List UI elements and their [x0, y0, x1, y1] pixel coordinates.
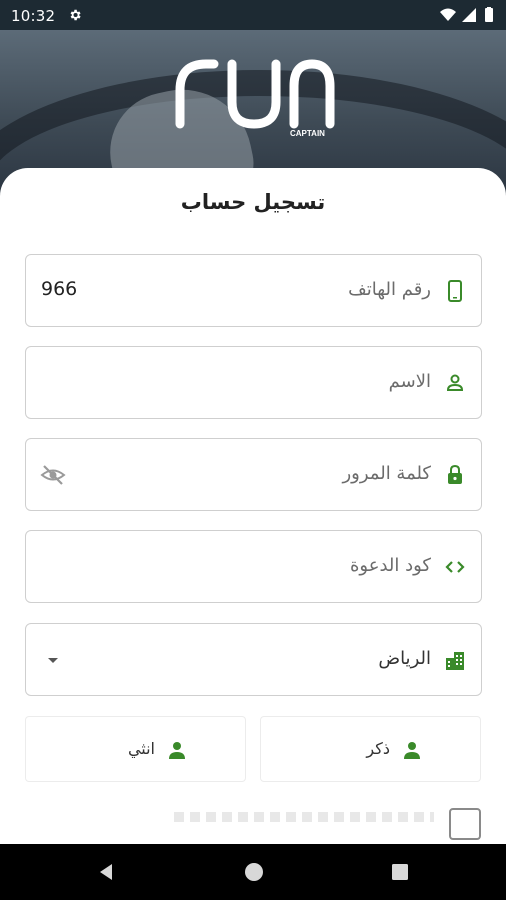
settings-gear-icon: [70, 9, 81, 21]
gender-male-label: ذكر: [366, 739, 390, 758]
female-person-icon: [169, 742, 185, 759]
phone-label: رقم الهاتف: [348, 279, 431, 300]
gender-female-option[interactable]: انثي: [25, 716, 246, 782]
name-label: الاسم: [388, 371, 431, 392]
system-status-icons: [440, 7, 493, 22]
invite-code-field[interactable]: كود الدعوة: [25, 530, 482, 603]
status-bar: 10:32: [0, 0, 506, 30]
lock-icon: [448, 464, 462, 484]
city-dropdown[interactable]: الرياض: [25, 623, 482, 696]
svg-text:CAPTAIN: CAPTAIN: [290, 129, 325, 138]
phone-icon: [448, 280, 462, 302]
phone-field[interactable]: 966 رقم الهاتف: [25, 254, 482, 327]
recents-icon[interactable]: [388, 860, 412, 884]
city-selected-value: الرياض: [378, 648, 431, 669]
name-field[interactable]: الاسم: [25, 346, 482, 419]
home-icon[interactable]: [242, 860, 266, 884]
signal-icon: [462, 8, 476, 22]
terms-text-clipped: [174, 812, 434, 822]
phone-value: 966: [41, 278, 78, 300]
person-icon: [446, 374, 464, 391]
registration-card: تسجيل حساب 966 رقم الهاتف الاسم كلمة الم…: [0, 168, 506, 844]
male-person-icon: [404, 742, 420, 759]
status-time: 10:32: [11, 7, 56, 25]
dropdown-arrow-icon: [48, 658, 58, 663]
terms-checkbox[interactable]: [449, 808, 481, 840]
page-title: تسجيل حساب: [180, 190, 326, 214]
battery-icon: [485, 8, 493, 22]
run-captain-logo: CAPTAIN: [175, 59, 335, 138]
wifi-icon: [440, 8, 456, 21]
gender-female-label: انثي: [127, 739, 155, 758]
code-icon: [445, 561, 465, 573]
back-icon[interactable]: [94, 860, 118, 884]
system-nav-bar: [0, 844, 506, 900]
invite-code-label: كود الدعوة: [349, 555, 431, 576]
gender-male-option[interactable]: ذكر: [260, 716, 481, 782]
city-icon: [446, 652, 464, 670]
password-field[interactable]: كلمة المرور: [25, 438, 482, 511]
visibility-off-icon[interactable]: [40, 463, 66, 487]
password-label: كلمة المرور: [342, 463, 431, 484]
